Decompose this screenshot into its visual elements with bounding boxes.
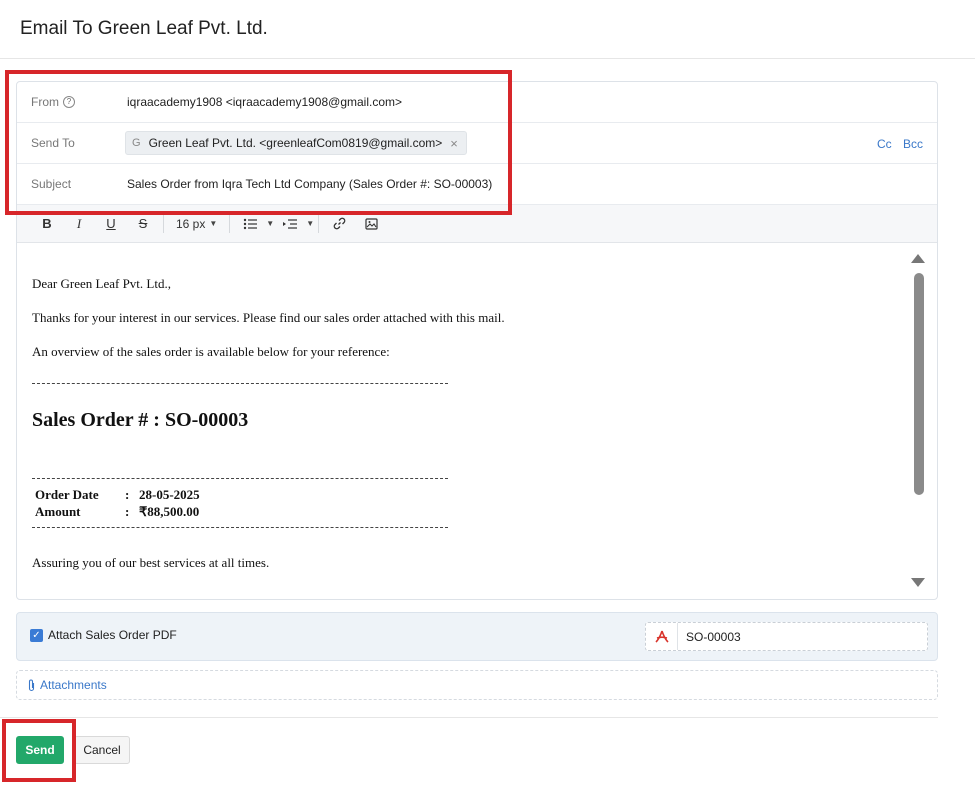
- link-icon: [333, 217, 345, 230]
- amount-row: Amount: ₹88,500.00: [35, 504, 199, 520]
- chevron-down-icon: ▼: [209, 219, 218, 228]
- dashed-divider: [32, 383, 448, 384]
- attachments-area: Attachments: [16, 670, 938, 700]
- bcc-link[interactable]: Bcc: [903, 137, 923, 151]
- pdf-file-name: SO-00003: [686, 630, 741, 644]
- dashed-divider: [32, 478, 448, 479]
- indent-icon: [283, 218, 298, 229]
- attach-pdf-bar: ✓ Attach Sales Order PDF SO-00003: [16, 612, 938, 661]
- scroll-down-arrow[interactable]: [911, 578, 925, 587]
- order-date-row: Order Date:28-05-2025: [35, 487, 200, 503]
- highlight-box-header: [5, 70, 512, 215]
- toolbar-divider: [229, 214, 231, 233]
- chevron-down-icon[interactable]: ▼: [306, 219, 314, 228]
- pdf-attachment[interactable]: SO-00003: [645, 622, 928, 651]
- attach-pdf-checkbox[interactable]: ✓: [30, 629, 43, 642]
- body-greeting: Dear Green Leaf Pvt. Ltd.,: [32, 276, 171, 291]
- order-date-label: Order Date: [35, 487, 99, 502]
- attachments-label: Attachments: [40, 678, 107, 692]
- highlight-box-send: [2, 719, 76, 782]
- body-line-2: An overview of the sales order is availa…: [32, 344, 390, 359]
- title-bar: Email To Green Leaf Pvt. Ltd.: [0, 0, 975, 59]
- chevron-down-icon[interactable]: ▼: [266, 219, 274, 228]
- font-size-dropdown[interactable]: 16 px ▼: [168, 217, 225, 231]
- pdf-icon: [646, 623, 678, 650]
- scroll-up-arrow[interactable]: [911, 254, 925, 263]
- cancel-button[interactable]: Cancel: [74, 736, 130, 764]
- cc-link[interactable]: Cc: [877, 137, 892, 151]
- font-size-value: 16 px: [176, 216, 206, 231]
- email-body-editor[interactable]: Dear Green Leaf Pvt. Ltd., Thanks for yo…: [17, 244, 937, 599]
- attach-pdf-label: Attach Sales Order PDF: [48, 628, 177, 642]
- email-dialog: Email To Green Leaf Pvt. Ltd. From ? iqr…: [0, 0, 975, 787]
- body-line-1: Thanks for your interest in our services…: [32, 310, 505, 325]
- separator: :: [125, 487, 130, 502]
- body-closing: Assuring you of our best services at all…: [32, 555, 270, 570]
- paperclip-icon: [28, 679, 35, 691]
- pdf-glyph: [654, 630, 669, 643]
- sales-order-heading: Sales Order # : SO-00003: [32, 409, 249, 431]
- attachments-link[interactable]: Attachments: [27, 678, 107, 692]
- bullet-list-icon: [244, 218, 258, 229]
- page-title: Email To Green Leaf Pvt. Ltd.: [20, 18, 268, 39]
- image-icon: [365, 217, 378, 230]
- separator: :: [125, 504, 130, 519]
- toolbar-divider: [318, 214, 320, 233]
- amount-label: Amount: [35, 504, 81, 519]
- scrollbar-thumb[interactable]: [914, 273, 924, 495]
- amount-value: ₹88,500.00: [139, 504, 200, 519]
- cc-bcc-links: Cc Bcc: [869, 137, 923, 151]
- footer-divider: [0, 717, 938, 718]
- toolbar-divider: [163, 214, 164, 233]
- dashed-divider: [32, 527, 448, 528]
- order-date-value: 28-05-2025: [139, 487, 200, 502]
